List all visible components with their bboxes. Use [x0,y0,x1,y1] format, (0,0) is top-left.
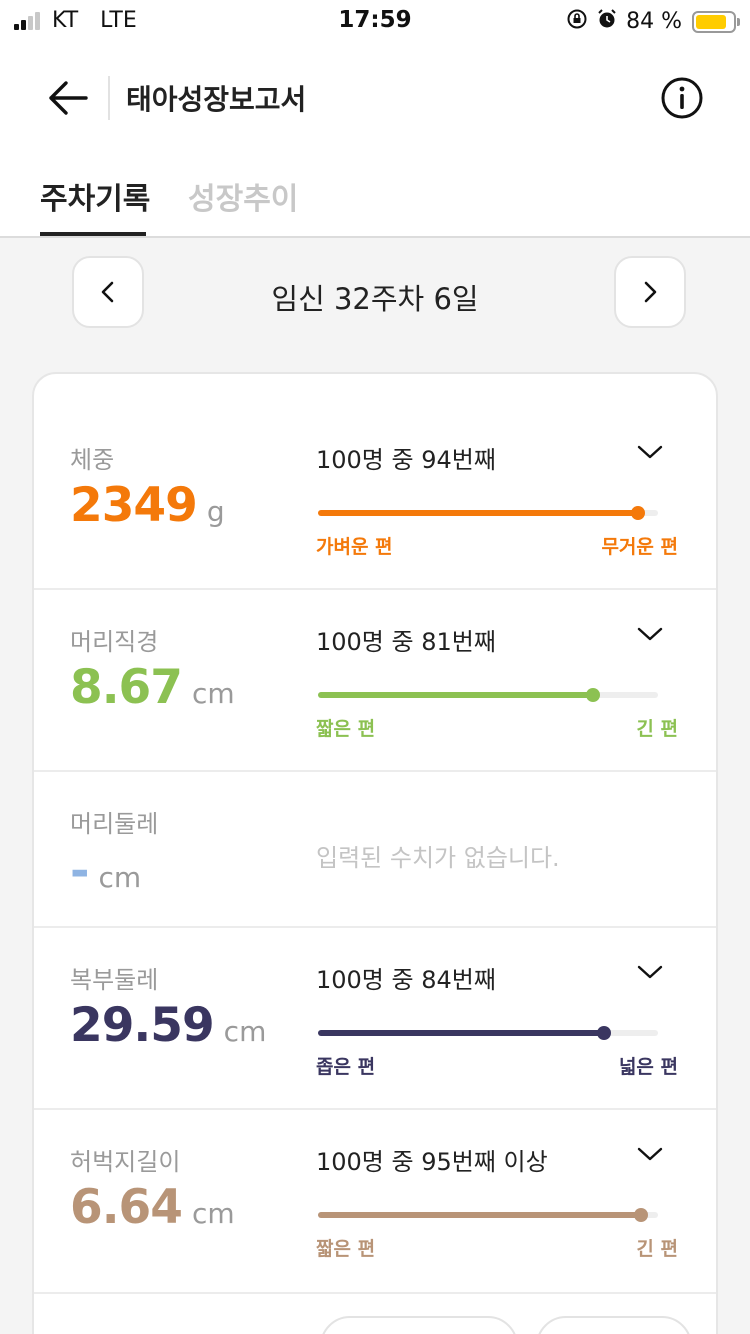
measurement-row-head-diameter[interactable]: 머리직경 8.67 cm 100명 중 81번째 짧은 편 긴 편 [34,590,716,772]
percentile-marker [630,506,645,520]
chevron-down-icon[interactable] [636,1146,664,1162]
measurement-label: 머리둘레 [70,810,159,838]
range-min-label: 가벼운 편 [316,536,393,558]
next-week-button[interactable] [614,256,686,328]
bottom-action-button[interactable] [320,1316,518,1334]
range-max-label: 무거운 편 [601,536,678,558]
chevron-down-icon[interactable] [636,444,664,460]
percentile-track [318,506,658,520]
measurement-value: 6.64 cm [70,1180,235,1235]
percentile-track [318,1026,658,1040]
back-button[interactable] [44,74,92,122]
active-tab-indicator [40,232,146,236]
rank-text: 100명 중 81번째 [316,628,496,656]
page-title: 태아성장보고서 [126,83,307,116]
percentile-fill [318,1212,641,1218]
chevron-down-icon[interactable] [636,964,664,980]
percentile-marker [586,688,601,702]
range-min-label: 짧은 편 [316,1238,376,1260]
measurement-label: 체중 [70,446,115,474]
tab-growth-trend[interactable]: 성장추이 [188,174,298,218]
measurement-label: 머리직경 [70,628,159,656]
percentile-marker [634,1208,648,1222]
range-max-label: 넓은 편 [618,1056,678,1078]
value-number: - [70,844,89,899]
measurement-card: 체중 2349 g 100명 중 94번째 가벼운 편 무거운 편 머리직경 8.… [32,372,718,1334]
percentile-track [318,1208,658,1222]
measurement-row-femur-length[interactable]: 허벅지길이 6.64 cm 100명 중 95번째 이상 짧은 편 긴 편 [34,1110,716,1294]
measurement-label: 복부둘레 [70,966,159,994]
chevron-down-icon[interactable] [636,626,664,642]
measurement-row-abdomen-circumference[interactable]: 복부둘레 29.59 cm 100명 중 84번째 좁은 편 넓은 편 [34,928,716,1110]
range-min-label: 짧은 편 [316,718,376,740]
value-number: 6.64 [70,1180,183,1235]
back-arrow-icon [49,81,88,115]
value-unit: cm [223,1015,267,1048]
measurement-row-head-circumference: 머리둘레 - cm 입력된 수치가 없습니다. [34,772,716,928]
app-header: 태아성장보고서 [0,60,750,136]
value-unit: g [206,495,225,528]
percentile-track [318,688,658,702]
bottom-action-button-secondary[interactable] [536,1316,692,1334]
battery-fill [696,14,727,29]
value-unit: cm [191,677,235,710]
value-number: 8.67 [70,660,183,715]
week-navigator: 임신 32주차 6일 [0,256,750,328]
value-unit: cm [98,861,142,894]
chevron-right-icon [644,281,657,303]
alarm-icon [596,8,618,35]
value-number: 2349 [70,478,198,533]
measurement-value: 29.59 cm [70,998,266,1053]
battery-percent: 84 % [626,9,682,34]
header-divider [108,76,110,120]
status-right: 84 % [566,8,740,35]
tab-bar: 주차기록 성장추이 [0,160,750,238]
percentile-fill [318,692,594,698]
value-number: 29.59 [70,998,215,1053]
value-unit: cm [191,1197,235,1230]
range-max-label: 긴 편 [636,718,678,740]
measurement-value: 2349 g [70,478,225,533]
info-icon [661,77,703,119]
range-min-label: 좁은 편 [316,1056,376,1078]
measurement-value: - cm [70,844,141,899]
range-max-label: 긴 편 [636,1238,678,1260]
percentile-fill [318,1030,604,1036]
battery-icon [692,10,740,33]
info-button[interactable] [660,76,704,120]
percentile-marker [596,1026,611,1040]
percentile-fill [318,510,638,516]
measurement-label: 허벅지길이 [70,1148,181,1176]
rank-text: 100명 중 95번째 이상 [316,1148,548,1176]
rank-text: 100명 중 94번째 [316,446,496,474]
status-bar: KT LTE 17:59 84 % [0,0,750,42]
measurement-value: 8.67 cm [70,660,235,715]
empty-message: 입력된 수치가 없습니다. [316,844,560,872]
orientation-lock-icon [566,8,588,35]
measurement-row-weight[interactable]: 체중 2349 g 100명 중 94번째 가벼운 편 무거운 편 [34,374,716,590]
tab-weekly-record[interactable]: 주차기록 [40,174,150,218]
rank-text: 100명 중 84번째 [316,966,496,994]
